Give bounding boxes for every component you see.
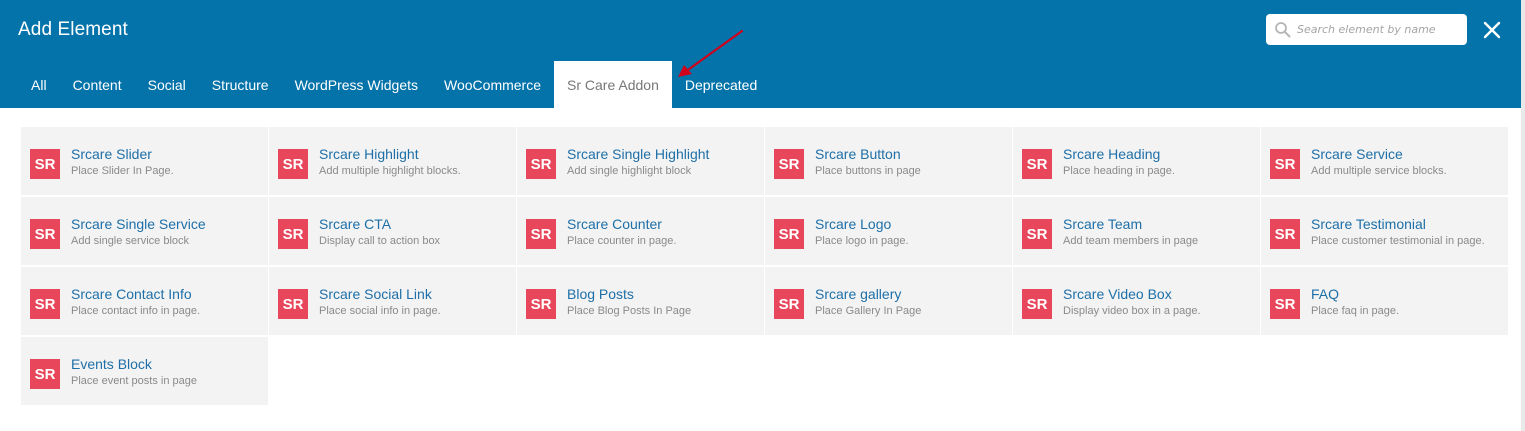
element-title: Events Block xyxy=(71,356,152,372)
tab-wordpress-widgets[interactable]: WordPress Widgets xyxy=(282,61,431,108)
sr-badge-icon: SR xyxy=(278,149,308,179)
element-description: Add single highlight block xyxy=(567,165,692,177)
tab-content[interactable]: Content xyxy=(60,61,135,108)
element-title: Srcare Slider xyxy=(71,146,152,162)
category-tabs: All Content Social Structure WordPress Widge… xyxy=(18,61,770,108)
sr-badge-icon: SR xyxy=(526,219,556,249)
element-description: Place faq in page. xyxy=(1311,305,1400,317)
tab-woocommerce[interactable]: WooCommerce xyxy=(431,61,554,108)
element-description: Place Slider In Page. xyxy=(71,165,174,177)
sr-badge-icon: SR xyxy=(30,359,60,389)
search-icon xyxy=(1275,22,1291,38)
element-item[interactable]: SR Srcare Button Place buttons in page xyxy=(765,127,1012,195)
element-description: Place contact info in page. xyxy=(71,305,201,317)
element-description: Place heading in page. xyxy=(1063,165,1175,177)
element-description: Place Gallery In Page xyxy=(815,305,922,317)
tab-all[interactable]: All xyxy=(18,61,60,108)
element-item[interactable]: SR Srcare Social Link Place social info in… xyxy=(269,267,516,335)
element-title: Srcare Button xyxy=(815,146,901,162)
element-item[interactable]: SR Srcare Team Add team members in page xyxy=(1013,197,1260,265)
element-description: Place customer testimonial in page. xyxy=(1311,235,1485,247)
element-description: Display video box in a page. xyxy=(1063,305,1201,317)
sr-badge-icon: SR xyxy=(1270,289,1300,319)
element-description: Place Blog Posts In Page xyxy=(567,305,692,317)
element-title: Srcare Heading xyxy=(1063,146,1161,162)
element-title: Srcare Testimonial xyxy=(1311,216,1426,232)
sr-badge-icon: SR xyxy=(1270,219,1300,249)
element-description: Add single service block xyxy=(71,235,190,247)
element-item[interactable]: SR Srcare Heading Place heading in page. xyxy=(1013,127,1260,195)
element-item[interactable]: SR Srcare Video Box Display video box in a… xyxy=(1013,267,1260,335)
element-item[interactable]: SR Srcare Highlight Add multiple highlight… xyxy=(269,127,516,195)
sr-badge-icon: SR xyxy=(774,149,804,179)
element-description: Place counter in page. xyxy=(567,235,677,247)
element-description: Display call to action box xyxy=(319,235,441,247)
sr-badge-icon: SR xyxy=(774,219,804,249)
sr-badge-icon: SR xyxy=(30,289,60,319)
sr-badge-icon: SR xyxy=(1022,289,1052,319)
close-icon[interactable] xyxy=(1481,19,1503,41)
modal-title: Add Element xyxy=(18,19,128,40)
sr-badge-icon: SR xyxy=(1022,219,1052,249)
element-description: Place social info in page. xyxy=(319,305,441,317)
sr-badge-icon: SR xyxy=(30,149,60,179)
sr-badge-icon: SR xyxy=(1022,149,1052,179)
element-title: Srcare Highlight xyxy=(319,146,419,162)
element-title: Srcare Social Link xyxy=(319,286,432,302)
element-title: Srcare Service xyxy=(1311,146,1403,162)
element-item[interactable]: SR Srcare Contact Info Place contact info … xyxy=(21,267,268,335)
element-item[interactable]: SR FAQ Place faq in page. xyxy=(1261,267,1508,335)
tab-sr-care-addon[interactable]: Sr Care Addon xyxy=(554,61,672,108)
element-title: Srcare Video Box xyxy=(1063,286,1172,302)
element-item[interactable]: SR Events Block Place event posts in page xyxy=(21,337,268,405)
element-title: Srcare Counter xyxy=(567,216,662,232)
element-title: Srcare Single Service xyxy=(71,216,206,232)
element-title: Srcare Contact Info xyxy=(71,286,192,302)
sr-badge-icon: SR xyxy=(774,289,804,319)
element-title: Srcare Logo xyxy=(815,216,892,232)
element-title: Srcare CTA xyxy=(319,216,392,232)
element-item[interactable]: SR Srcare Service Add multiple service blo… xyxy=(1261,127,1508,195)
sr-badge-icon: SR xyxy=(278,289,308,319)
sr-badge-icon: SR xyxy=(1270,149,1300,179)
element-item[interactable]: SR Srcare Single Service Add single servic… xyxy=(21,197,268,265)
element-title: Srcare Single Highlight xyxy=(567,146,710,162)
element-item[interactable]: SR Srcare Counter Place counter in page. xyxy=(517,197,764,265)
element-grid: SR Srcare Slider Place Slider In Page. SR Sr… xyxy=(21,127,1508,405)
element-item[interactable]: SR Blog Posts Place Blog Posts In Page xyxy=(517,267,764,335)
element-title: Srcare Team xyxy=(1063,216,1143,232)
element-item[interactable]: SR Srcare Logo Place logo in page. xyxy=(765,197,1012,265)
element-description: Place logo in page. xyxy=(815,235,909,247)
element-description: Place buttons in page xyxy=(815,165,921,177)
element-title: Blog Posts xyxy=(567,286,634,302)
element-description: Add multiple service blocks. xyxy=(1311,165,1447,177)
sr-badge-icon: SR xyxy=(526,289,556,319)
sr-badge-icon: SR xyxy=(278,219,308,249)
element-item[interactable]: SR Srcare CTA Display call to action box xyxy=(269,197,516,265)
element-description: Add multiple highlight blocks. xyxy=(319,165,461,177)
sr-badge-icon: SR xyxy=(30,219,60,249)
modal-header: Add Element AllContentSocialStructureWor… xyxy=(0,0,1521,108)
search-box[interactable] xyxy=(1266,14,1467,45)
element-description: Place event posts in page xyxy=(71,375,197,387)
element-description: Add team members in page xyxy=(1063,235,1199,247)
tab-deprecated[interactable]: Deprecated xyxy=(672,61,770,108)
tab-structure[interactable]: Structure xyxy=(199,61,282,108)
element-item[interactable]: SR Srcare gallery Place Gallery In Page xyxy=(765,267,1012,335)
scrollbar[interactable] xyxy=(1521,0,1525,431)
tab-social[interactable]: Social xyxy=(135,61,199,108)
element-item[interactable]: SR Srcare Single Highlight Add single high… xyxy=(517,127,764,195)
element-item[interactable]: SR Srcare Testimonial Place customer testi… xyxy=(1261,197,1508,265)
add-element-modal: Add Element AllContentSocialStructureWor… xyxy=(0,0,1525,431)
element-title: FAQ xyxy=(1311,286,1340,302)
element-title: Srcare gallery xyxy=(815,286,902,302)
element-item[interactable]: SR Srcare Slider Place Slider In Page. xyxy=(21,127,268,195)
search-input[interactable] xyxy=(1297,14,1462,45)
sr-badge-icon: SR xyxy=(526,149,556,179)
